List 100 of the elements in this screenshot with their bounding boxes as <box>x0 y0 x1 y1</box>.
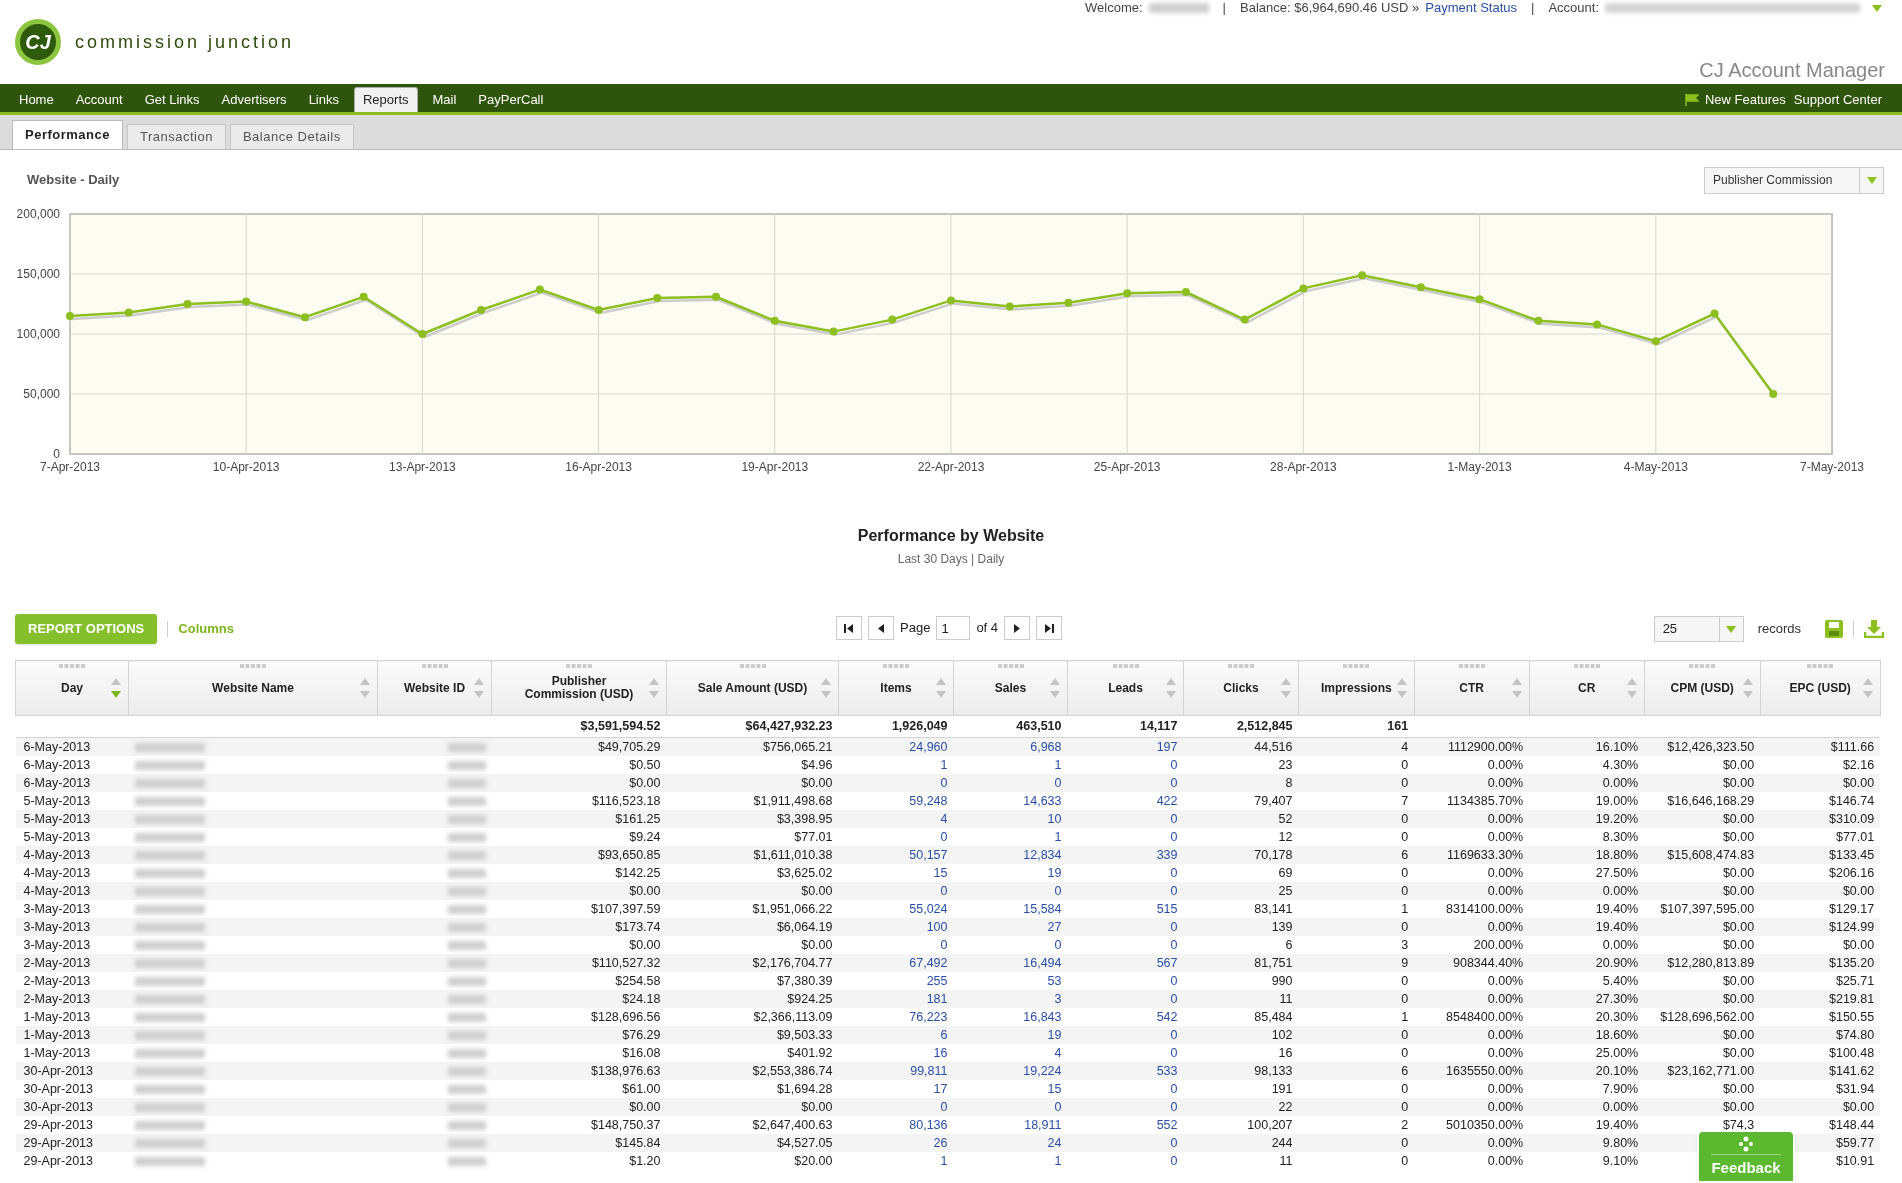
cell-link[interactable]: 80,136 <box>909 1118 948 1132</box>
cell-link[interactable]: 255 <box>926 974 948 988</box>
sort-arrows-icon[interactable] <box>359 677 371 699</box>
cell-link[interactable]: 542 <box>1156 1010 1178 1024</box>
column-header[interactable]: Clicks <box>1183 660 1299 716</box>
cell-link[interactable]: 1 <box>1054 758 1062 772</box>
cell-link[interactable]: 55,024 <box>909 902 948 916</box>
sort-arrows-icon[interactable] <box>1049 677 1061 699</box>
cell-link[interactable]: 4 <box>1054 1046 1062 1060</box>
cell-link[interactable]: 76,223 <box>909 1010 948 1024</box>
cell-link[interactable]: 0 <box>1170 1028 1178 1042</box>
cell-link[interactable]: 197 <box>1156 740 1178 754</box>
cell-link[interactable]: 26 <box>933 1136 948 1150</box>
nav-tab[interactable]: Links <box>297 87 350 112</box>
cell-link[interactable]: 6 <box>940 1028 948 1042</box>
cell-link[interactable]: 567 <box>1156 956 1178 970</box>
sort-arrows-icon[interactable] <box>110 677 122 699</box>
sort-arrows-icon[interactable] <box>648 677 660 699</box>
column-header[interactable]: Day <box>15 660 129 716</box>
cell-link[interactable]: 10 <box>1047 812 1062 826</box>
cell-link[interactable]: 12,834 <box>1023 848 1062 862</box>
cell-link[interactable]: 99,811 <box>910 1064 948 1078</box>
new-features-link[interactable]: New Features <box>1684 87 1786 112</box>
last-page-button[interactable] <box>1036 616 1063 640</box>
nav-tab[interactable]: Reports <box>354 87 418 112</box>
support-center-link[interactable]: Support Center <box>1793 87 1882 112</box>
nav-tab[interactable]: Mail <box>421 87 468 112</box>
records-dropdown[interactable]: 25 <box>1653 616 1744 642</box>
cell-link[interactable]: 0 <box>1170 830 1178 844</box>
column-header[interactable]: Sales <box>953 660 1068 716</box>
cell-link[interactable]: 17 <box>933 1082 948 1096</box>
column-header[interactable]: CR <box>1529 660 1645 716</box>
cell-link[interactable]: 15 <box>933 866 948 880</box>
column-header[interactable]: Publisher Commission (USD) <box>491 660 667 716</box>
cell-link[interactable]: 0 <box>940 830 948 844</box>
cell-link[interactable]: 0 <box>1170 1082 1178 1096</box>
sort-arrows-icon[interactable] <box>935 677 947 699</box>
sort-arrows-icon[interactable] <box>820 677 832 699</box>
sort-arrows-icon[interactable] <box>1510 677 1523 699</box>
cell-link[interactable]: 18,911 <box>1024 1118 1062 1132</box>
cell-link[interactable]: 27 <box>1047 920 1062 934</box>
cell-link[interactable]: 6,968 <box>1030 740 1062 754</box>
page-input[interactable]: 1 <box>936 616 971 640</box>
nav-tab[interactable]: Home <box>8 87 65 112</box>
cell-link[interactable]: 24 <box>1047 1136 1062 1150</box>
sort-arrows-icon[interactable] <box>473 677 485 699</box>
sort-arrows-icon[interactable] <box>1861 677 1874 699</box>
save-icon[interactable] <box>1825 620 1843 638</box>
cell-link[interactable]: 0 <box>1170 1136 1178 1150</box>
cell-link[interactable]: 15,584 <box>1023 902 1062 916</box>
next-page-button[interactable] <box>1004 616 1031 640</box>
cell-link[interactable]: 0 <box>940 938 948 952</box>
download-icon[interactable] <box>1864 620 1884 638</box>
cell-link[interactable]: 0 <box>1170 1154 1178 1168</box>
nav-tab[interactable]: Get Links <box>133 87 211 112</box>
cell-link[interactable]: 0 <box>940 884 948 898</box>
sub-tab[interactable]: Transaction <box>127 124 226 149</box>
cell-link[interactable]: 0 <box>1170 812 1178 826</box>
cell-link[interactable]: 0 <box>1170 992 1178 1006</box>
cell-link[interactable]: 15 <box>1047 1082 1062 1096</box>
column-header[interactable]: Sale Amount (USD) <box>666 660 839 716</box>
cell-link[interactable]: 552 <box>1156 1118 1178 1132</box>
first-page-button[interactable] <box>836 616 862 640</box>
cell-link[interactable]: 14,633 <box>1023 794 1062 808</box>
cell-link[interactable]: 19 <box>1047 866 1062 880</box>
cell-link[interactable]: 16,843 <box>1023 1010 1062 1024</box>
cell-link[interactable]: 19,224 <box>1023 1064 1062 1078</box>
cell-link[interactable]: 16 <box>933 1046 948 1060</box>
nav-tab[interactable]: PayPerCall <box>467 87 555 112</box>
cell-link[interactable]: 3 <box>1054 992 1062 1006</box>
cell-link[interactable]: 339 <box>1156 848 1178 862</box>
cell-link[interactable]: 515 <box>1156 902 1178 916</box>
cell-link[interactable]: 67,492 <box>909 956 948 970</box>
column-header[interactable]: Website ID <box>377 660 492 716</box>
cell-link[interactable]: 0 <box>1170 866 1178 880</box>
cell-link[interactable]: 1 <box>940 1154 948 1168</box>
sort-arrows-icon[interactable] <box>1280 677 1292 699</box>
cell-link[interactable]: 1 <box>940 758 948 772</box>
sub-tab[interactable]: Balance Details <box>229 124 354 149</box>
cell-link[interactable]: 533 <box>1156 1064 1178 1078</box>
cell-link[interactable]: 0 <box>1054 776 1062 790</box>
column-header[interactable]: CTR <box>1414 660 1530 716</box>
column-header[interactable]: Leads <box>1067 660 1184 716</box>
cell-link[interactable]: 0 <box>1054 1100 1062 1114</box>
cell-link[interactable]: 0 <box>1170 938 1178 952</box>
cell-link[interactable]: 1 <box>1054 1154 1062 1168</box>
cell-link[interactable]: 100 <box>926 920 948 934</box>
cell-link[interactable]: 16,494 <box>1023 956 1062 970</box>
cell-link[interactable]: 0 <box>1170 920 1178 934</box>
cell-link[interactable]: 4 <box>940 812 948 826</box>
cell-link[interactable]: 0 <box>940 1100 948 1114</box>
sort-arrows-icon[interactable] <box>1165 677 1177 699</box>
cell-link[interactable]: 0 <box>1170 974 1178 988</box>
column-header[interactable]: Website Name <box>128 660 378 716</box>
cell-link[interactable]: 0 <box>1170 1046 1178 1060</box>
column-header[interactable]: EPC (USD) <box>1760 660 1881 716</box>
cell-link[interactable]: 0 <box>1054 884 1062 898</box>
cell-link[interactable]: 19 <box>1047 1028 1062 1042</box>
nav-tab[interactable]: Advertisers <box>210 87 298 112</box>
cell-link[interactable]: 0 <box>1054 938 1062 952</box>
